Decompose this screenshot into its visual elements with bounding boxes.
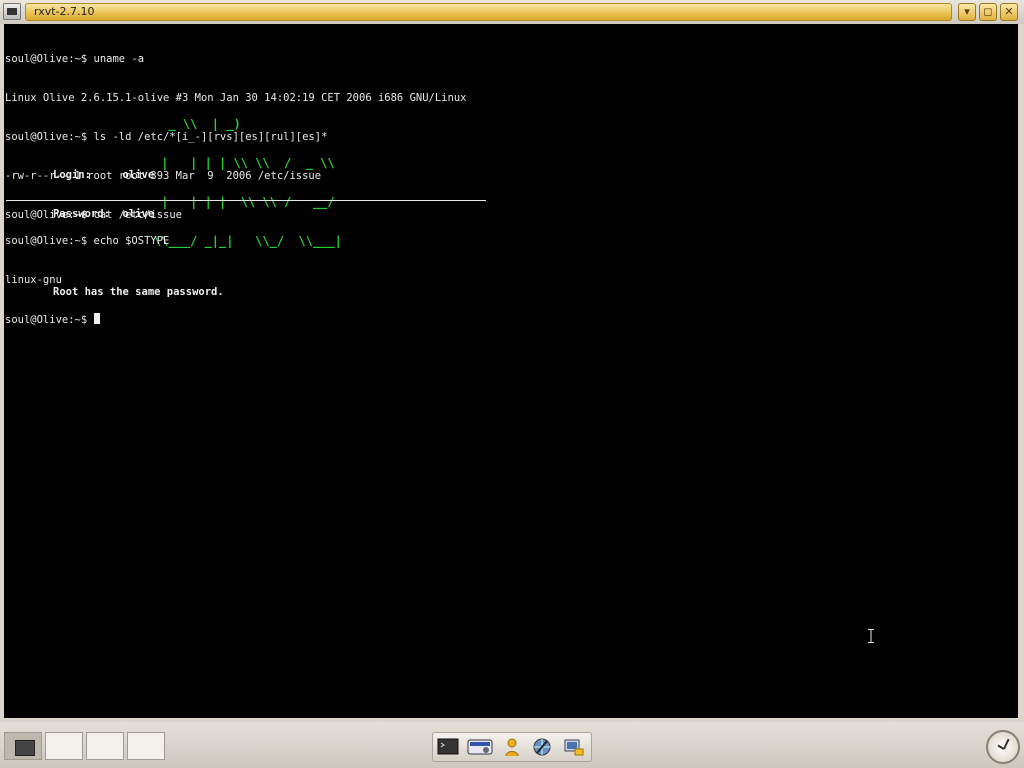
prompt-line[interactable]: soul@Olive:~$ (5, 313, 169, 327)
clock-icon[interactable] (986, 730, 1020, 764)
minimize-button[interactable]: ▾ (958, 3, 976, 21)
user-icon[interactable] (501, 737, 523, 757)
text-cursor (93, 313, 100, 324)
workspace-1[interactable] (4, 732, 42, 760)
terminal-output-lower: soul@Olive:~$ echo $OSTYPE linux-gnu sou… (5, 209, 169, 353)
workspace-2[interactable] (45, 732, 83, 760)
terminal-icon (7, 8, 17, 15)
close-button[interactable]: ✕ (1000, 3, 1018, 21)
window-menu-button[interactable] (3, 3, 21, 20)
window-title: rxvt-2.7.10 (34, 5, 95, 18)
ascii-line: _ \\ | _) (154, 117, 241, 131)
media-player-icon[interactable] (467, 737, 493, 757)
maximize-button[interactable]: ◻ (979, 3, 997, 21)
launcher-bar (432, 732, 592, 762)
prompt: soul@Olive:~$ (5, 314, 94, 326)
workspace-4[interactable] (127, 732, 165, 760)
terminal-line: soul@Olive:~$ uname -a (5, 53, 145, 65)
workspace-3[interactable] (86, 732, 124, 760)
terminal-line: linux-gnu (5, 274, 62, 286)
issue-divider (6, 200, 486, 201)
login-line: Login: olive (53, 169, 155, 181)
workspace-pager[interactable] (4, 732, 166, 762)
ibeam-cursor-icon (868, 629, 874, 643)
terminal-area[interactable]: soul@Olive:~$ uname -a Linux Olive 2.6.1… (4, 24, 1018, 718)
terminal-icon (15, 740, 35, 756)
title-bar[interactable]: rxvt-2.7.10 ▾ ◻ ✕ (0, 0, 1024, 24)
terminal-line: soul@Olive:~$ echo $OSTYPE (5, 235, 170, 247)
terminal-icon[interactable] (437, 737, 459, 757)
web-browser-icon[interactable] (531, 737, 553, 757)
file-manager-icon[interactable] (563, 737, 585, 757)
rxvt-window: rxvt-2.7.10 ▾ ◻ ✕ soul@Olive:~$ uname -a… (0, 0, 1024, 722)
bottom-panel (0, 722, 1024, 768)
title-pill[interactable]: rxvt-2.7.10 (25, 3, 952, 21)
